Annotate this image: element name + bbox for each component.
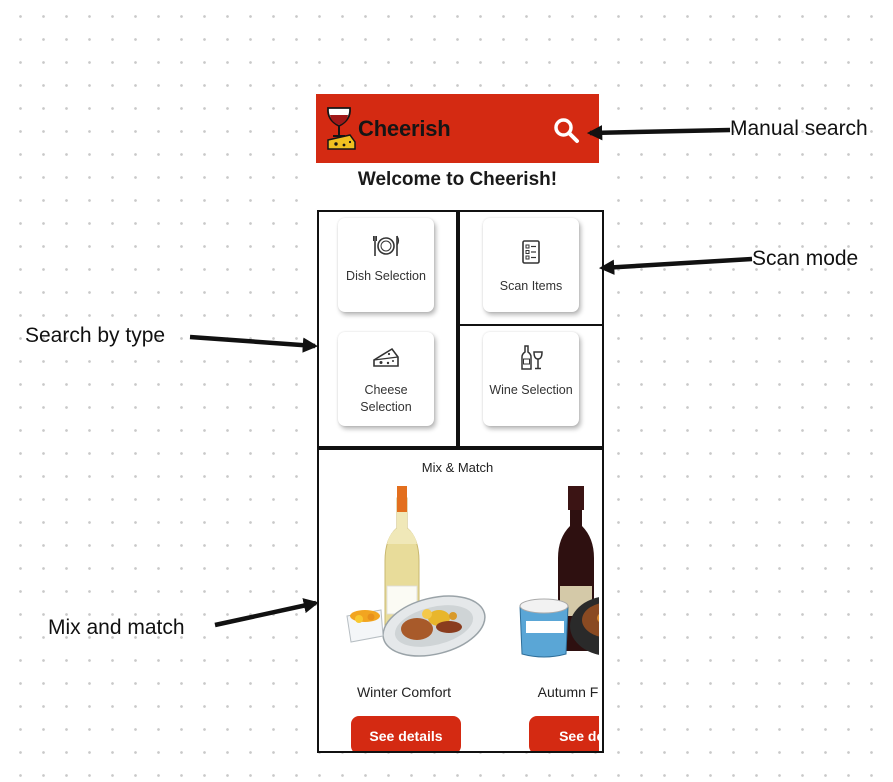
mix-card-name: Winter Comfort <box>356 684 452 700</box>
mix-card-autumn[interactable]: Autumn F See det <box>510 486 599 752</box>
cheese-selection-label: Cheese Selection <box>360 383 412 414</box>
cheerish-logo <box>327 107 356 150</box>
see-details-button[interactable]: See details <box>351 716 461 752</box>
manual-search-arrow <box>586 125 731 141</box>
mix-card-name: Autumn F <box>537 684 599 700</box>
dish-selection-label: Dish Selection <box>346 269 426 283</box>
manual-search-annotation: Manual search <box>730 117 868 140</box>
search-icon[interactable] <box>552 116 580 144</box>
cheese-selection-tile[interactable]: Cheese Selection <box>338 332 434 426</box>
search-by-type-annotation: Search by type <box>25 324 166 347</box>
scan-mode-arrow <box>598 256 753 275</box>
app-header: Cheerish <box>316 94 599 163</box>
wine-dish-pairing-image <box>346 486 486 657</box>
mix-match-title: Mix & Match <box>421 460 494 475</box>
cheese-icon <box>373 347 399 367</box>
wine-dish-pairing-image <box>519 486 599 658</box>
dish-icon <box>373 235 400 256</box>
app-title: Cheerish <box>358 116 451 141</box>
scan-items-tile[interactable]: Scan Items <box>483 218 579 312</box>
scan-mode-annotation: Scan mode <box>752 247 859 270</box>
see-details-button[interactable]: See det <box>529 716 599 752</box>
wine-selection-tile[interactable]: Wine Selection <box>483 332 579 426</box>
wine-selection-label: Wine Selection <box>489 383 573 397</box>
search-by-type-arrow <box>189 334 319 353</box>
welcome-heading: Welcome to Cheerish! <box>357 169 558 190</box>
mix-and-match-arrow <box>214 598 319 628</box>
phone-screen: Cheerish Welcome to Cheerish! Dish Selec… <box>316 94 599 752</box>
dish-selection-tile[interactable]: Dish Selection <box>338 218 434 312</box>
wine-bottle-glass-icon <box>521 345 543 370</box>
scan-list-icon <box>522 240 540 264</box>
scan-items-label: Scan Items <box>499 279 563 293</box>
mix-and-match-annotation: Mix and match <box>48 616 185 639</box>
mix-card-winter-comfort[interactable]: Winter Comfort See details <box>319 486 489 752</box>
